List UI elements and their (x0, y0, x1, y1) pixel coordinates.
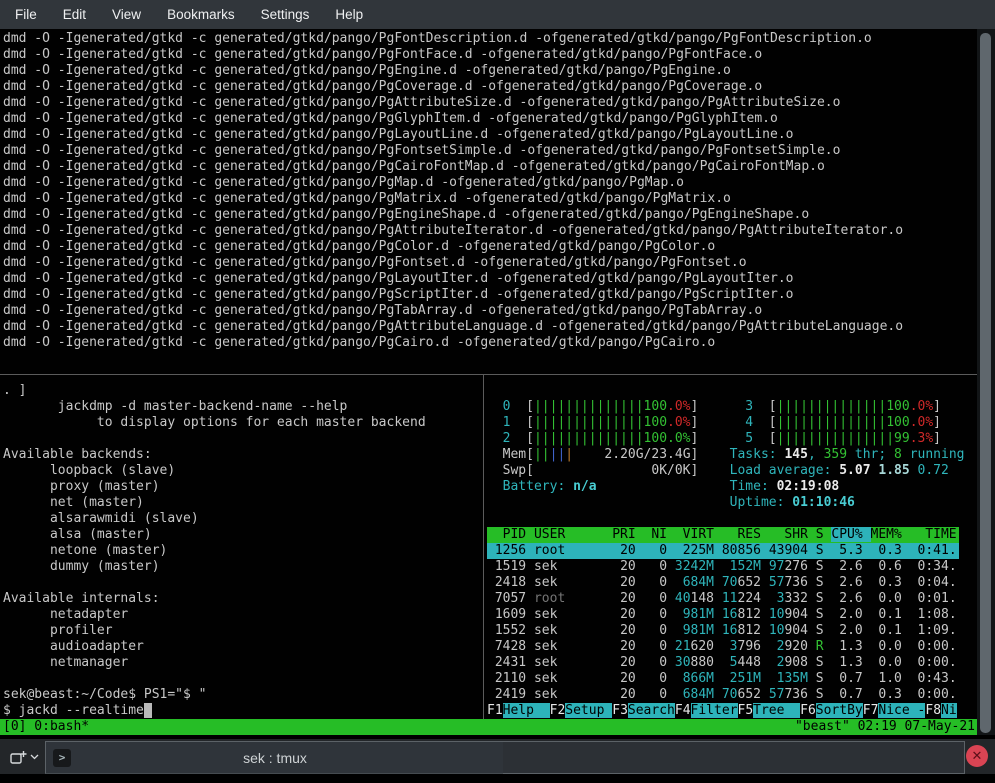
close-tab-button[interactable]: ✕ (966, 745, 988, 767)
tab-title: sek : tmux (46, 750, 504, 766)
htop-function-keys[interactable]: F1Help F2Setup F3SearchF4FilterF5Tree F6… (487, 703, 977, 719)
cpu-meter-line: 0 [||||||||||||||100.0%] 3 [||||||||||||… (487, 399, 977, 415)
process-row[interactable]: 2110 sek 20 0 866M 251M 135M S 0.7 1.0 0… (487, 671, 959, 687)
tmux-pane-divider-horizontal[interactable] (0, 374, 977, 375)
process-row[interactable]: 1256 root 20 0 225M 80856 43904 S 5.3 0.… (487, 543, 959, 559)
process-row[interactable]: 2419 sek 20 0 684M 70652 57736 S 0.7 0.3… (487, 687, 959, 703)
swap-meter-load-line: Swp[ 0K/0K] Load average: 5.07 1.85 0.72 (487, 463, 977, 479)
tab-bar-top-edge (0, 735, 995, 739)
mem-meter-tasks-line: Mem[||||| 2.20G/23.4G] Tasks: 145, 359 t… (487, 447, 977, 463)
menu-help[interactable]: Help (322, 2, 376, 27)
blank-line (487, 511, 977, 527)
close-icon: ✕ (972, 748, 983, 764)
process-row[interactable]: 2431 sek 20 0 30880 5448 2908 S 1.3 0.0 … (487, 655, 959, 671)
process-row[interactable]: 1552 sek 20 0 981M 16812 10904 S 2.0 0.1… (487, 623, 959, 639)
text-cursor (144, 703, 152, 718)
uptime-line: Uptime: 01:10:46 (487, 495, 977, 511)
chevron-down-icon (30, 754, 39, 760)
menu-view[interactable]: View (99, 2, 154, 27)
terminal-scrollbar[interactable] (977, 29, 995, 735)
build-output: dmd -O -Igenerated/gtkd -c generated/gtk… (3, 31, 903, 351)
tab-bar-empty-area (503, 741, 965, 774)
new-tab-icon (10, 750, 27, 765)
terminal-viewport[interactable]: dmd -O -Igenerated/gtkd -c generated/gtk… (0, 29, 995, 735)
menu-file[interactable]: File (2, 2, 50, 27)
process-table-header[interactable]: PID USER PRI NI VIRT RES SHR S CPU% MEM%… (487, 527, 977, 543)
menu-bar: FileEditViewBookmarksSettingsHelp (0, 0, 995, 29)
process-row[interactable]: 2418 sek 20 0 684M 70652 57736 S 2.6 0.3… (487, 575, 959, 591)
tmux-status-bar: [0] 0:bash* "beast" 02:19 07-May-21 (0, 719, 977, 735)
tmux-host-clock: "beast" 02:19 07-May-21 (795, 719, 975, 735)
battery-time-line: Battery: n/a Time: 02:19:08 (487, 479, 977, 495)
tab-sek-tmux[interactable]: > sek : tmux (45, 741, 505, 774)
tmux-session-window[interactable]: [0] 0:bash* (3, 719, 89, 735)
menu-edit[interactable]: Edit (50, 2, 99, 27)
htop-pane[interactable]: 0 [||||||||||||||100.0%] 3 [||||||||||||… (487, 399, 977, 719)
cpu-meter-line: 1 [||||||||||||||100.0%] 4 [||||||||||||… (487, 415, 977, 431)
cpu-meter-line: 2 [||||||||||||||100.0%] 5 [||||||||||||… (487, 431, 977, 447)
scrollbar-handle[interactable] (980, 33, 991, 733)
menu-bookmarks[interactable]: Bookmarks (154, 2, 248, 27)
process-row[interactable]: 7428 sek 20 0 21620 3796 2920 R 1.3 0.0 … (487, 639, 959, 655)
menu-settings[interactable]: Settings (248, 2, 323, 27)
shell-pane[interactable]: . ] jackdmp -d master-backend-name --hel… (3, 383, 426, 719)
tab-bar: > sek : tmux ✕ (0, 735, 995, 774)
new-tab-button[interactable] (5, 743, 43, 771)
process-row[interactable]: 1609 sek 20 0 981M 16812 10904 S 2.0 0.1… (487, 607, 959, 623)
process-row[interactable]: 7057 root 20 0 40148 11224 3332 S 2.6 0.… (487, 591, 959, 607)
tmux-pane-divider-vertical[interactable] (483, 375, 484, 719)
process-row[interactable]: 1519 sek 20 0 3242M 152M 97276 S 2.6 0.6… (487, 559, 959, 575)
